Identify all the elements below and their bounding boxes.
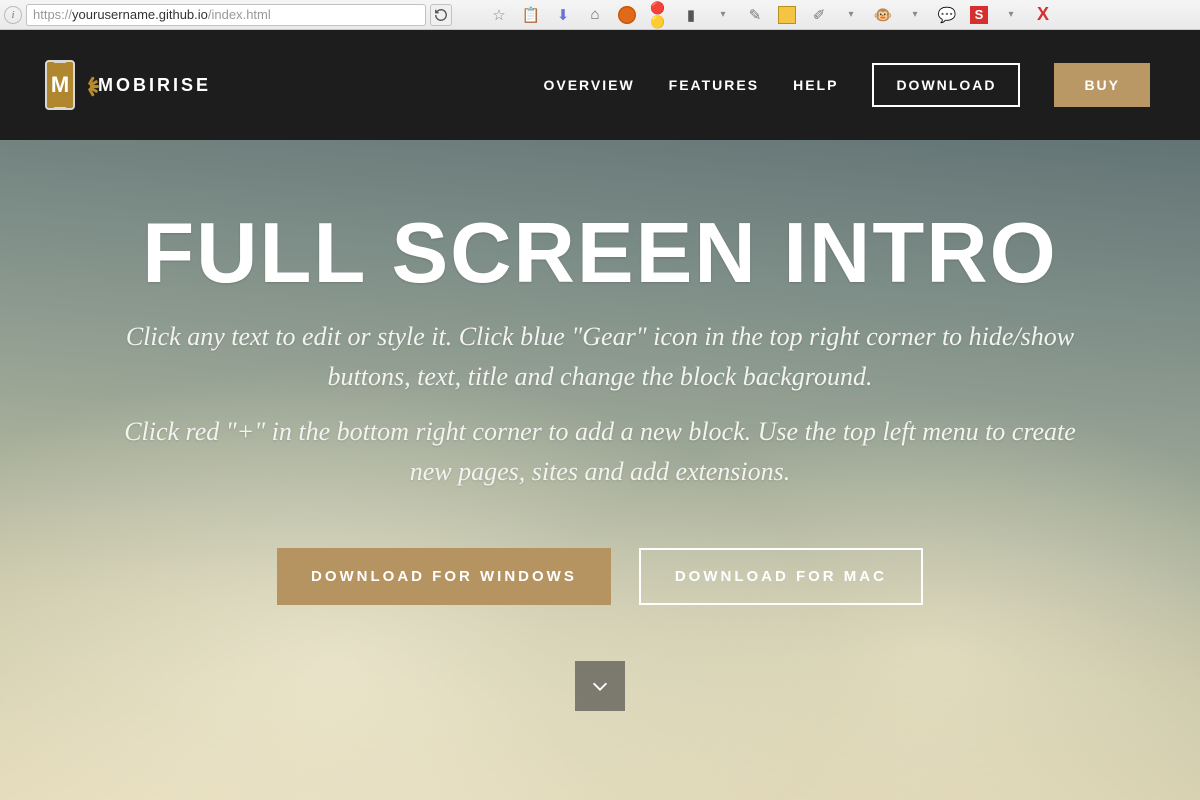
hero-subtitle-1[interactable]: Click any text to edit or style it. Clic…	[120, 317, 1080, 398]
url-host: yourusername.github.io	[72, 7, 208, 22]
color-dots-icon[interactable]: 🔴🟡	[650, 6, 668, 24]
download-button[interactable]: DOWNLOAD	[872, 63, 1020, 107]
download-mac-button[interactable]: DOWNLOAD FOR MAC	[639, 548, 923, 605]
brand[interactable]: M MOBIRISE	[40, 59, 211, 111]
dropdown-icon[interactable]: ▾	[906, 6, 924, 24]
highlight-icon[interactable]	[778, 6, 796, 24]
refresh-button[interactable]	[430, 4, 452, 26]
wand-icon[interactable]: ✎	[746, 6, 764, 24]
brand-name: MOBIRISE	[98, 75, 211, 96]
eyedropper-icon[interactable]: ✐	[810, 6, 828, 24]
dropdown-icon[interactable]: ▾	[1002, 6, 1020, 24]
url-path: /index.html	[208, 7, 271, 22]
nav-help[interactable]: HELP	[793, 77, 838, 93]
browser-extension-icons: ☆ 📋 ⬇ ⌂ 🔴🟡 ▮ ▾ ✎ ✐ ▾ 🐵 ▾ 💬 S ▾ X	[490, 6, 1052, 24]
download-windows-button[interactable]: DOWNLOAD FOR WINDOWS	[277, 548, 611, 605]
clipboard-icon[interactable]: 📋	[522, 6, 540, 24]
chat-icon[interactable]: 💬	[938, 6, 956, 24]
address-bar[interactable]: https://yourusername.github.io/index.htm…	[26, 4, 426, 26]
x-extension-icon[interactable]: X	[1034, 6, 1052, 24]
browser-toolbar: i https://yourusername.github.io/index.h…	[0, 0, 1200, 30]
logo-letter: M	[51, 72, 69, 98]
site-header: M MOBIRISE OVERVIEW FEATURES HELP DOWNLO…	[0, 30, 1200, 140]
bookmark-icon[interactable]: ☆	[490, 6, 508, 24]
duckduckgo-icon[interactable]	[618, 6, 636, 24]
dropdown-icon[interactable]: ▾	[842, 6, 860, 24]
hero-title[interactable]: FULL SCREEN INTRO	[142, 205, 1058, 303]
scroll-down-button[interactable]	[575, 661, 625, 711]
url-prefix: https://	[33, 7, 72, 22]
battery-icon[interactable]: ▮	[682, 6, 700, 24]
hero-buttons: DOWNLOAD FOR WINDOWS DOWNLOAD FOR MAC	[277, 548, 923, 605]
nav-features[interactable]: FEATURES	[669, 77, 759, 93]
hero-subtitle-2[interactable]: Click red "+" in the bottom right corner…	[120, 412, 1080, 493]
main-nav: OVERVIEW FEATURES HELP DOWNLOAD BUY	[543, 63, 1150, 107]
home-icon[interactable]: ⌂	[586, 6, 604, 24]
buy-button[interactable]: BUY	[1054, 63, 1150, 107]
s-extension-icon[interactable]: S	[970, 6, 988, 24]
hero-section: FULL SCREEN INTRO Click any text to edit…	[0, 140, 1200, 800]
tampermonkey-icon[interactable]: 🐵	[874, 6, 892, 24]
nav-overview[interactable]: OVERVIEW	[543, 77, 634, 93]
dropdown-icon[interactable]: ▾	[714, 6, 732, 24]
download-arrow-icon[interactable]: ⬇	[554, 6, 572, 24]
chevron-down-icon	[589, 675, 611, 697]
logo-icon: M	[40, 59, 80, 111]
site-info-icon[interactable]: i	[4, 6, 22, 24]
